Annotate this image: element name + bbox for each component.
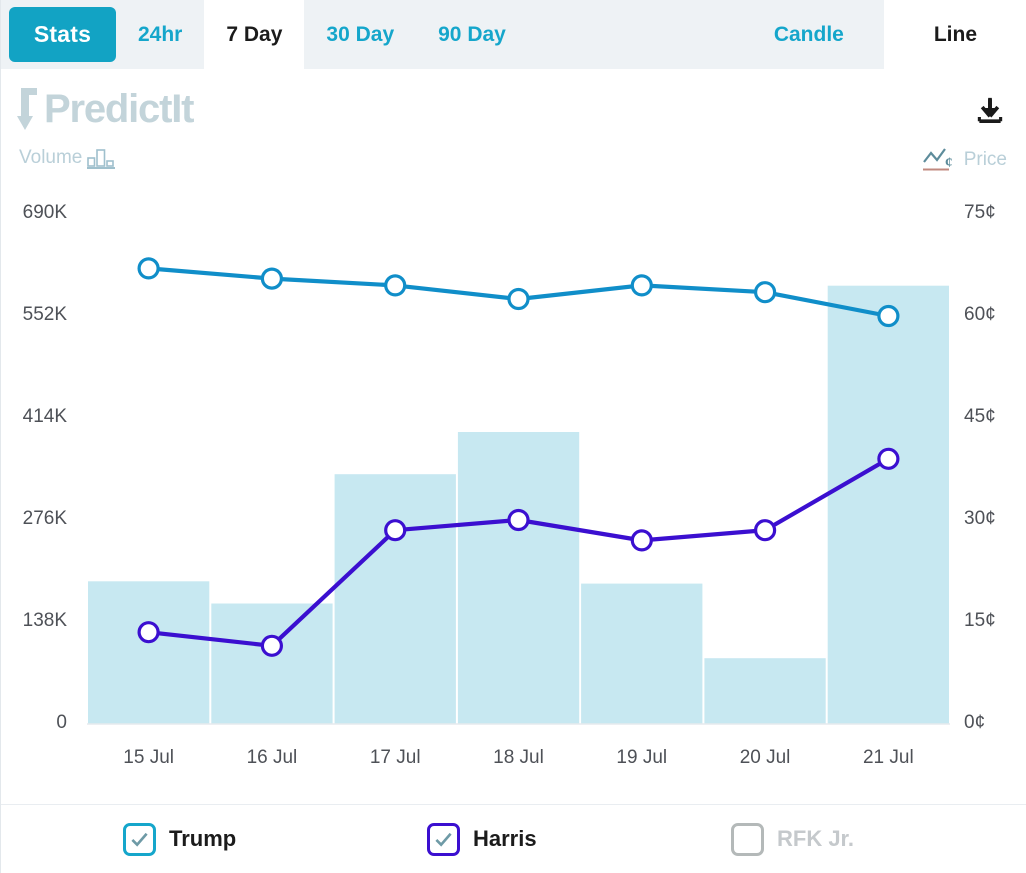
checkbox-harris[interactable] bbox=[427, 822, 460, 856]
y-axis-left-tick: 276K bbox=[22, 508, 67, 529]
data-point-marker[interactable] bbox=[753, 519, 777, 542]
chart-type-group: Candle Line bbox=[734, 0, 1026, 69]
x-axis-tick: 21 Jul bbox=[862, 747, 914, 768]
y-axis-right-tick: 0¢ bbox=[964, 712, 986, 733]
volume-bar bbox=[704, 658, 826, 724]
legend-label-trump: Trump bbox=[169, 826, 237, 851]
chart-area: PredictIt Volume ¢ Price 690K 552K 414K … bbox=[1, 69, 1026, 804]
volume-bar bbox=[827, 285, 949, 724]
x-axis-tick: 20 Jul bbox=[739, 747, 791, 768]
tab-line[interactable]: Line bbox=[883, 0, 1026, 69]
x-axis-tick: 15 Jul bbox=[123, 747, 174, 768]
legend-item-harris[interactable]: Harris bbox=[427, 822, 537, 856]
checkbox-rfk-jr[interactable] bbox=[731, 822, 764, 856]
data-point-marker[interactable] bbox=[630, 529, 653, 552]
y-axis-left-tick: 0 bbox=[56, 712, 67, 733]
check-icon bbox=[435, 832, 452, 847]
tab-7day[interactable]: 7 Day bbox=[204, 0, 305, 69]
data-point-marker[interactable] bbox=[877, 304, 900, 328]
y-axis-right-tick: 30¢ bbox=[964, 508, 996, 529]
volume-bar bbox=[88, 581, 210, 724]
legend-item-trump[interactable]: Trump bbox=[123, 822, 237, 856]
series-legend: Trump Harris RFK Jr. bbox=[1, 805, 1026, 873]
legend-label-harris: Harris bbox=[473, 826, 537, 851]
check-icon bbox=[131, 832, 148, 847]
y-axis-right-tick: 15¢ bbox=[964, 610, 996, 631]
stats-button[interactable]: Stats bbox=[9, 7, 116, 62]
y-axis-left-tick: 690K bbox=[22, 202, 67, 223]
data-point-marker[interactable] bbox=[630, 274, 653, 297]
data-point-marker[interactable] bbox=[384, 519, 407, 542]
data-point-marker[interactable] bbox=[137, 621, 160, 644]
y-axis-right-tick: 75¢ bbox=[964, 202, 996, 223]
data-point-marker[interactable] bbox=[260, 267, 283, 290]
y-axis-left-tick: 414K bbox=[22, 406, 67, 427]
tab-30day[interactable]: 30 Day bbox=[304, 0, 416, 69]
x-axis-tick: 16 Jul bbox=[246, 747, 298, 768]
data-point-marker[interactable] bbox=[753, 281, 777, 304]
legend-label-rfk-jr: RFK Jr. bbox=[777, 826, 855, 851]
x-axis-tick: 18 Jul bbox=[493, 747, 544, 768]
volume-bar bbox=[581, 583, 703, 724]
x-axis-tick: 17 Jul bbox=[369, 747, 421, 768]
y-axis-right-tick: 60¢ bbox=[964, 304, 996, 325]
data-point-marker[interactable] bbox=[507, 287, 530, 311]
y-axis-right-tick: 45¢ bbox=[964, 406, 996, 427]
data-point-marker[interactable] bbox=[384, 274, 407, 297]
tab-24hr[interactable]: 24hr bbox=[116, 0, 204, 69]
plot-container: 690K 552K 414K 276K 138K 0 75¢ 60¢ 45¢ 30¢ 15¢ 0¢ 15… bbox=[1, 69, 1026, 804]
checkbox-trump[interactable] bbox=[123, 822, 156, 856]
data-point-marker[interactable] bbox=[137, 257, 160, 280]
volume-bar bbox=[211, 603, 333, 724]
chart-svg bbox=[87, 257, 950, 725]
volume-bar bbox=[457, 432, 580, 724]
data-point-marker[interactable] bbox=[507, 508, 530, 532]
volume-bar bbox=[334, 474, 456, 724]
y-axis-left-tick: 138K bbox=[22, 610, 67, 631]
tab-90day[interactable]: 90 Day bbox=[416, 0, 528, 69]
y-axis-left-tick: 552K bbox=[22, 304, 67, 325]
chart-toolbar-tabs: Stats 24hr 7 Day 30 Day 90 Day Candle Li… bbox=[1, 0, 1026, 69]
data-point-marker[interactable] bbox=[877, 447, 900, 470]
tab-candle[interactable]: Candle bbox=[734, 0, 884, 69]
data-point-marker[interactable] bbox=[260, 634, 283, 657]
predictit-chart-panel: Stats 24hr 7 Day 30 Day 90 Day Candle Li… bbox=[0, 0, 1026, 873]
x-axis-tick: 19 Jul bbox=[616, 747, 668, 768]
legend-item-rfk-jr[interactable]: RFK Jr. bbox=[731, 822, 855, 856]
